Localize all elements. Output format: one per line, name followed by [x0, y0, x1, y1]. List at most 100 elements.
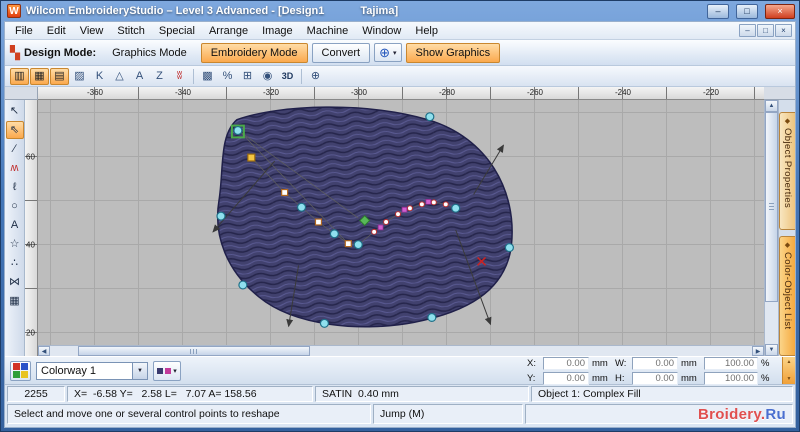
vertical-ruler: 60 40 20	[25, 100, 38, 356]
v-ruler-label: 40	[26, 240, 35, 250]
palette-icon[interactable]	[10, 360, 31, 381]
pattern-grid-icon[interactable]: ▩	[198, 68, 217, 85]
close-button[interactable]: ×	[765, 3, 795, 19]
workspace: -360 -340 -320 -300 -280 -260 -240 -220 …	[5, 87, 795, 356]
density-icon[interactable]: %	[218, 68, 237, 85]
design-mode-toolbar: ▚ Design Mode: Graphics Mode Embroidery …	[5, 40, 795, 66]
document-name: Tajima]	[360, 5, 399, 17]
grid-toggle-icon[interactable]: ⊞	[238, 68, 257, 85]
tab-object-properties[interactable]: ◆ Object Properties	[779, 112, 795, 231]
menu-item-machine[interactable]: Machine	[300, 24, 356, 38]
vertical-scrollbar[interactable]: ▲ ▼	[764, 100, 778, 356]
mdi-restore-button[interactable]: □	[757, 24, 774, 37]
hoop-globe-button[interactable]: ⊕ ▾	[374, 43, 402, 62]
fusion-fill-icon[interactable]: △	[110, 68, 129, 85]
h-field[interactable]: 0.00	[632, 371, 678, 385]
menu-item-arrange[interactable]: Arrange	[202, 24, 255, 38]
zoom-factor-icon[interactable]: ⊕	[306, 68, 325, 85]
design-canvas[interactable]	[38, 100, 764, 345]
hint-bar: Select and move one or several control p…	[5, 403, 795, 427]
colorway-dropdown-icon[interactable]: ▼	[132, 362, 147, 379]
h-ruler-label: -320	[262, 88, 280, 97]
menu-item-edit[interactable]: Edit	[40, 24, 73, 38]
stitch-effect-icon[interactable]: ʬ	[170, 68, 189, 85]
menu-item-file[interactable]: File	[8, 24, 40, 38]
hscroll-thumb[interactable]	[78, 346, 310, 356]
minimize-button[interactable]: –	[707, 3, 729, 19]
vscroll-track[interactable]	[765, 112, 778, 344]
menu-item-stitch[interactable]: Stitch	[110, 24, 152, 38]
contour-stitch-icon[interactable]: K	[90, 68, 109, 85]
run-stitch-icon[interactable]: ▥	[10, 67, 29, 85]
dock-strip-up-icon[interactable]: ▲	[787, 359, 792, 365]
tatami-stitch-icon[interactable]: ▤	[50, 67, 69, 85]
mdi-minimize-button[interactable]: –	[739, 24, 756, 37]
tab-diamond-icon: ◆	[784, 118, 791, 125]
convert-button[interactable]: Convert	[311, 42, 371, 63]
v-ruler-label: 60	[26, 152, 35, 162]
lettering-icon[interactable]: A	[130, 68, 149, 85]
mirror-merge-tool-icon[interactable]: ⋈	[6, 273, 24, 291]
menu-item-special[interactable]: Special	[152, 24, 202, 38]
applique-icon[interactable]: Z	[150, 68, 169, 85]
satin-stitch-icon[interactable]: ▦	[30, 67, 49, 85]
scroll-left-icon[interactable]: ◀	[38, 346, 50, 356]
graphics-mode-button[interactable]: Graphics Mode	[102, 43, 197, 63]
scale-y-field[interactable]: 100.00	[704, 371, 758, 385]
stitch-type: SATIN 0.40 mm	[315, 386, 529, 402]
vscroll-grip	[769, 203, 774, 212]
menu-item-view[interactable]: View	[73, 24, 111, 38]
dock-scroll-strip[interactable]: ▲ ▼	[782, 357, 795, 384]
scroll-right-icon[interactable]: ▶	[752, 346, 764, 356]
selected-node[interactable]	[247, 153, 256, 162]
motif-fill-icon[interactable]: ▨	[70, 68, 89, 85]
vscroll-thumb[interactable]	[765, 112, 778, 303]
measure-tool-icon[interactable]: ∕	[6, 140, 24, 158]
scroll-down-icon[interactable]: ▼	[765, 344, 778, 356]
x-field[interactable]: 0.00	[543, 356, 589, 370]
menu-item-window[interactable]: Window	[355, 24, 408, 38]
reshape-object-tool-icon[interactable]: ⇖	[5, 121, 24, 139]
selected-object-info: Object 1: Complex Fill	[531, 386, 793, 402]
w-field[interactable]: 0.00	[632, 356, 678, 370]
show-graphics-button[interactable]: Show Graphics	[405, 42, 501, 63]
thread-swatch	[165, 367, 172, 374]
thread-colors-button[interactable]: ▾	[153, 360, 181, 381]
ruler-spacer	[764, 87, 795, 100]
menu-item-help[interactable]: Help	[408, 24, 445, 38]
scale-y-unit: %	[761, 372, 770, 384]
stitch-edit-tool-icon[interactable]: ∴	[6, 254, 24, 272]
star-shape-tool-icon[interactable]: ☆	[6, 235, 24, 253]
colorway-bar: Colorway 1 ▼ ▾ X: 0.00 mm W: 0.00 mm 100…	[5, 356, 795, 385]
embroidery-mode-button[interactable]: Embroidery Mode	[200, 42, 308, 63]
scroll-up-icon[interactable]: ▲	[765, 100, 778, 112]
travel-mode: Jump (M)	[373, 404, 523, 424]
maximize-button[interactable]: □	[736, 3, 758, 19]
tab-color-object-list[interactable]: ◆ Color-Object List	[779, 236, 795, 356]
freehand-draw-tool-icon[interactable]: ʍ	[6, 159, 24, 177]
hint-text: Select and move one or several control p…	[7, 404, 371, 424]
mdi-close-button[interactable]: ×	[775, 24, 792, 37]
y-field[interactable]: 0.00	[543, 371, 589, 385]
w-label: W:	[615, 357, 627, 369]
globe-icon: ⊕	[379, 45, 390, 60]
show-stitches-icon[interactable]: ◉	[258, 68, 277, 85]
ellipse-tool-icon[interactable]: ○	[6, 197, 24, 215]
colorway-select[interactable]: Colorway 1 ▼	[36, 361, 148, 380]
select-object-tool-icon[interactable]: ↖	[6, 102, 24, 120]
lettering-tool-icon[interactable]: A	[6, 216, 24, 234]
menu-item-image[interactable]: Image	[255, 24, 300, 38]
digitize-run-tool-icon[interactable]: ℓ	[6, 178, 24, 196]
globe-dropdown-icon[interactable]: ▾	[393, 49, 397, 57]
y-unit: mm	[592, 372, 608, 384]
titlebar[interactable]: W Wilcom EmbroideryStudio – Level 3 Adva…	[1, 1, 799, 21]
grid-layout-tool-icon[interactable]: ▦	[6, 292, 24, 310]
scale-x-field[interactable]: 100.00	[704, 356, 758, 370]
horizontal-scrollbar[interactable]: ◀ ▶	[38, 345, 764, 356]
view-3d-icon[interactable]: 3D	[278, 68, 297, 85]
design-mode-label: Design Mode:	[24, 46, 97, 59]
dock-strip-down-icon[interactable]: ▼	[787, 376, 792, 382]
hscroll-track[interactable]	[50, 346, 752, 356]
thread-colors-dropdown-icon[interactable]: ▾	[173, 367, 177, 375]
palette-swatch	[21, 371, 28, 378]
